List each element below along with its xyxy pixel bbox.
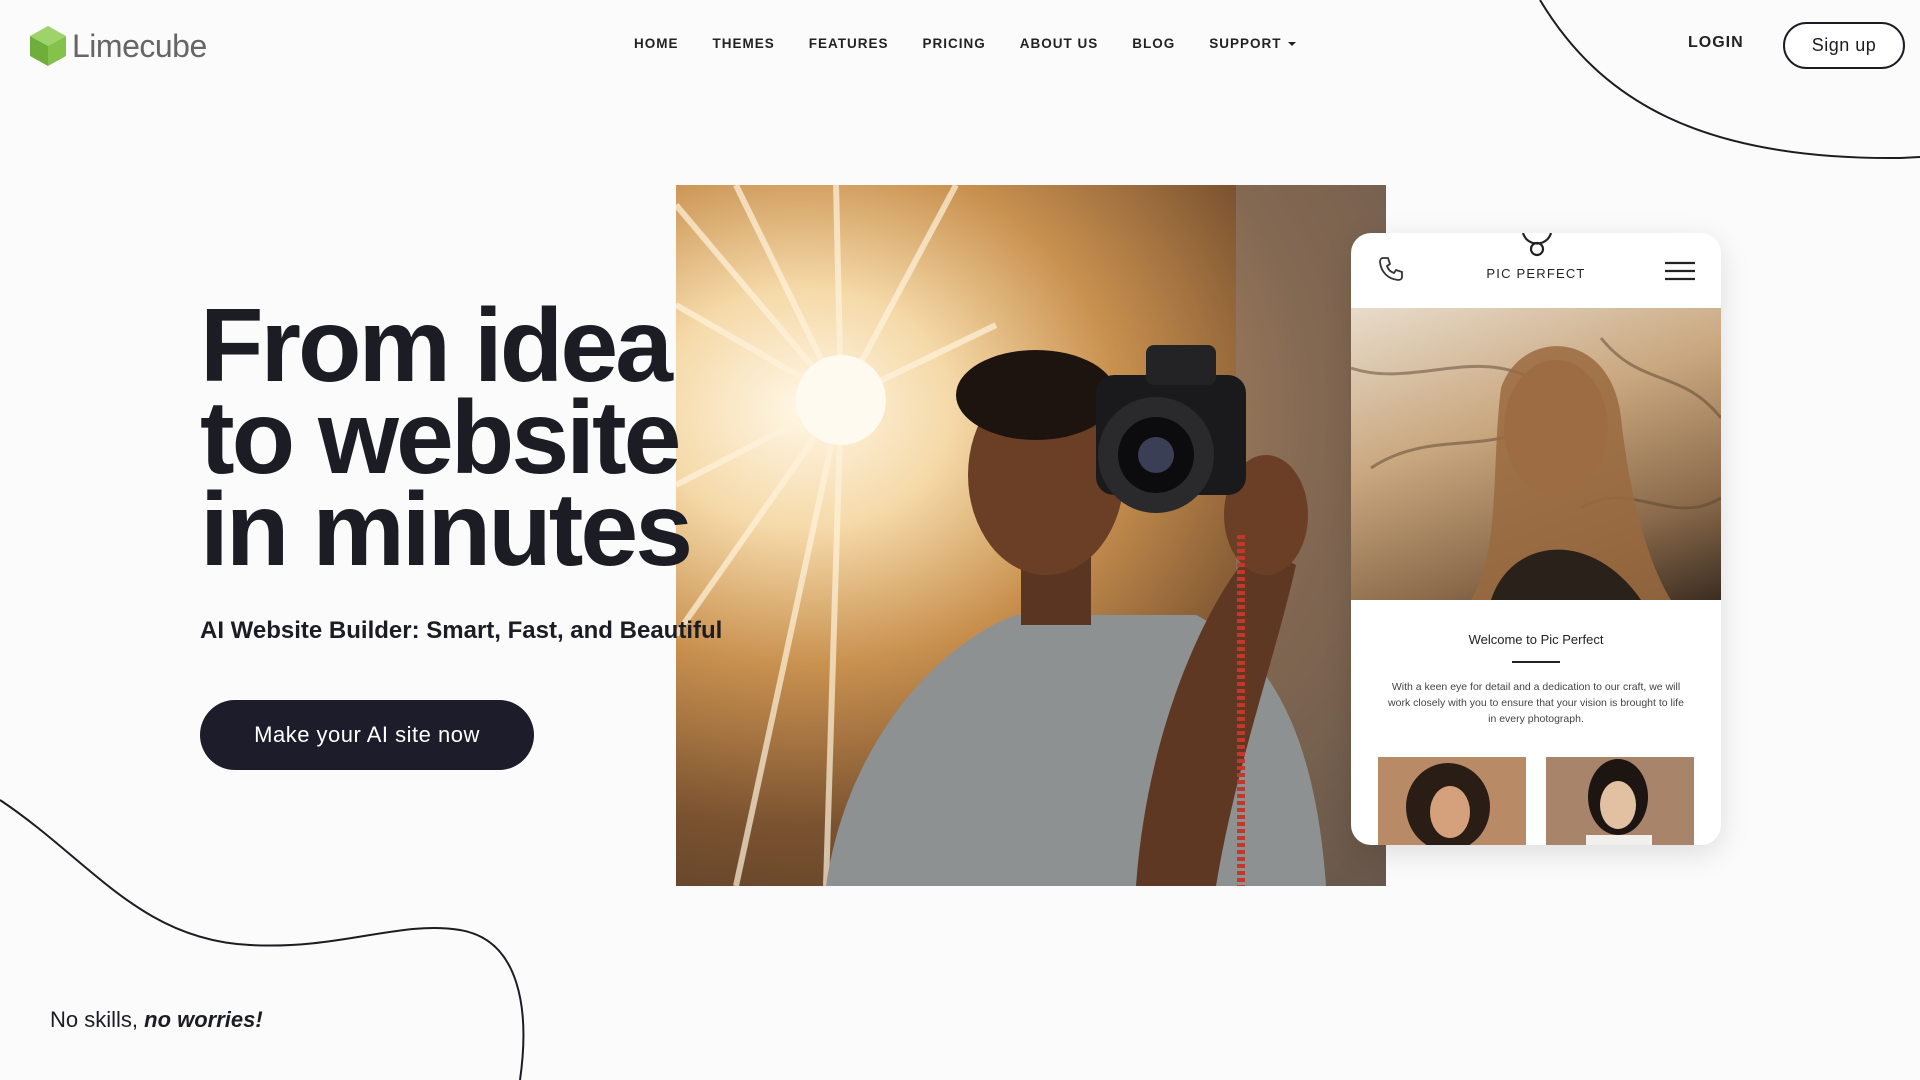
gallery-thumb-2 bbox=[1546, 757, 1694, 845]
brand-name: Limecube bbox=[72, 27, 207, 64]
phone-site-preview: PIC PERFECT Welcome to Pic Perfect With … bbox=[1351, 233, 1721, 845]
hero-subtitle: AI Website Builder: Smart, Fast, and Bea… bbox=[200, 617, 723, 644]
hero-title: From idea to website in minutes bbox=[200, 288, 820, 588]
nav-about-us[interactable]: ABOUT US bbox=[1020, 36, 1099, 51]
lime-cube-logo-icon bbox=[30, 26, 66, 66]
nav-pricing[interactable]: PRICING bbox=[923, 36, 986, 51]
caret-down-icon bbox=[1287, 41, 1296, 46]
phone-gallery bbox=[1351, 757, 1721, 845]
phone-intro-text: With a keen eye for detail and a dedicat… bbox=[1388, 681, 1684, 725]
landing-page: Limecube HOME THEMES FEATURES PRICING AB… bbox=[0, 0, 1920, 1080]
nav-blog[interactable]: BLOG bbox=[1132, 36, 1175, 51]
nav-support-label: SUPPORT bbox=[1209, 36, 1282, 51]
gallery-thumb-1 bbox=[1378, 757, 1526, 845]
hero-title-line-3: in minutes bbox=[200, 472, 693, 588]
pic-perfect-logo-icon bbox=[1521, 233, 1553, 257]
main-nav: HOME THEMES FEATURES PRICING ABOUT US BL… bbox=[634, 36, 1296, 51]
nav-about-us-label: ABOUT US bbox=[1019, 36, 1099, 51]
phone-header: PIC PERFECT bbox=[1351, 233, 1721, 308]
hero-title-line-1: From idea bbox=[200, 288, 673, 404]
nav-pricing-label: PRICING bbox=[922, 36, 986, 51]
nav-home[interactable]: HOME bbox=[634, 36, 679, 51]
hero-title-line-2: to website bbox=[200, 380, 682, 496]
sign-up-button[interactable]: Sign up bbox=[1783, 22, 1905, 69]
phone-welcome-heading: Welcome to Pic Perfect bbox=[1468, 632, 1604, 647]
tagline-plain: No skills, bbox=[50, 1007, 139, 1032]
tagline: No skills, no worries! bbox=[50, 1007, 263, 1033]
nav-home-label: HOME bbox=[634, 36, 679, 51]
tagline-emphasis: no worries! bbox=[144, 1007, 263, 1032]
nav-themes[interactable]: THEMES bbox=[713, 36, 775, 51]
login-link[interactable]: LOGIN bbox=[1688, 34, 1744, 52]
make-ai-site-button[interactable]: Make your AI site now bbox=[200, 700, 534, 770]
nav-blog-label: BLOG bbox=[1132, 36, 1176, 51]
nav-themes-label: THEMES bbox=[712, 36, 775, 51]
phone-hero-image bbox=[1351, 308, 1721, 600]
phone-divider bbox=[1512, 661, 1560, 663]
nav-features[interactable]: FEATURES bbox=[809, 36, 889, 51]
nav-features-label: FEATURES bbox=[808, 36, 889, 51]
site-logo[interactable]: Limecube bbox=[28, 24, 207, 68]
nav-support-dropdown[interactable]: SUPPORT bbox=[1209, 36, 1296, 51]
hamburger-menu-icon bbox=[1665, 261, 1695, 281]
